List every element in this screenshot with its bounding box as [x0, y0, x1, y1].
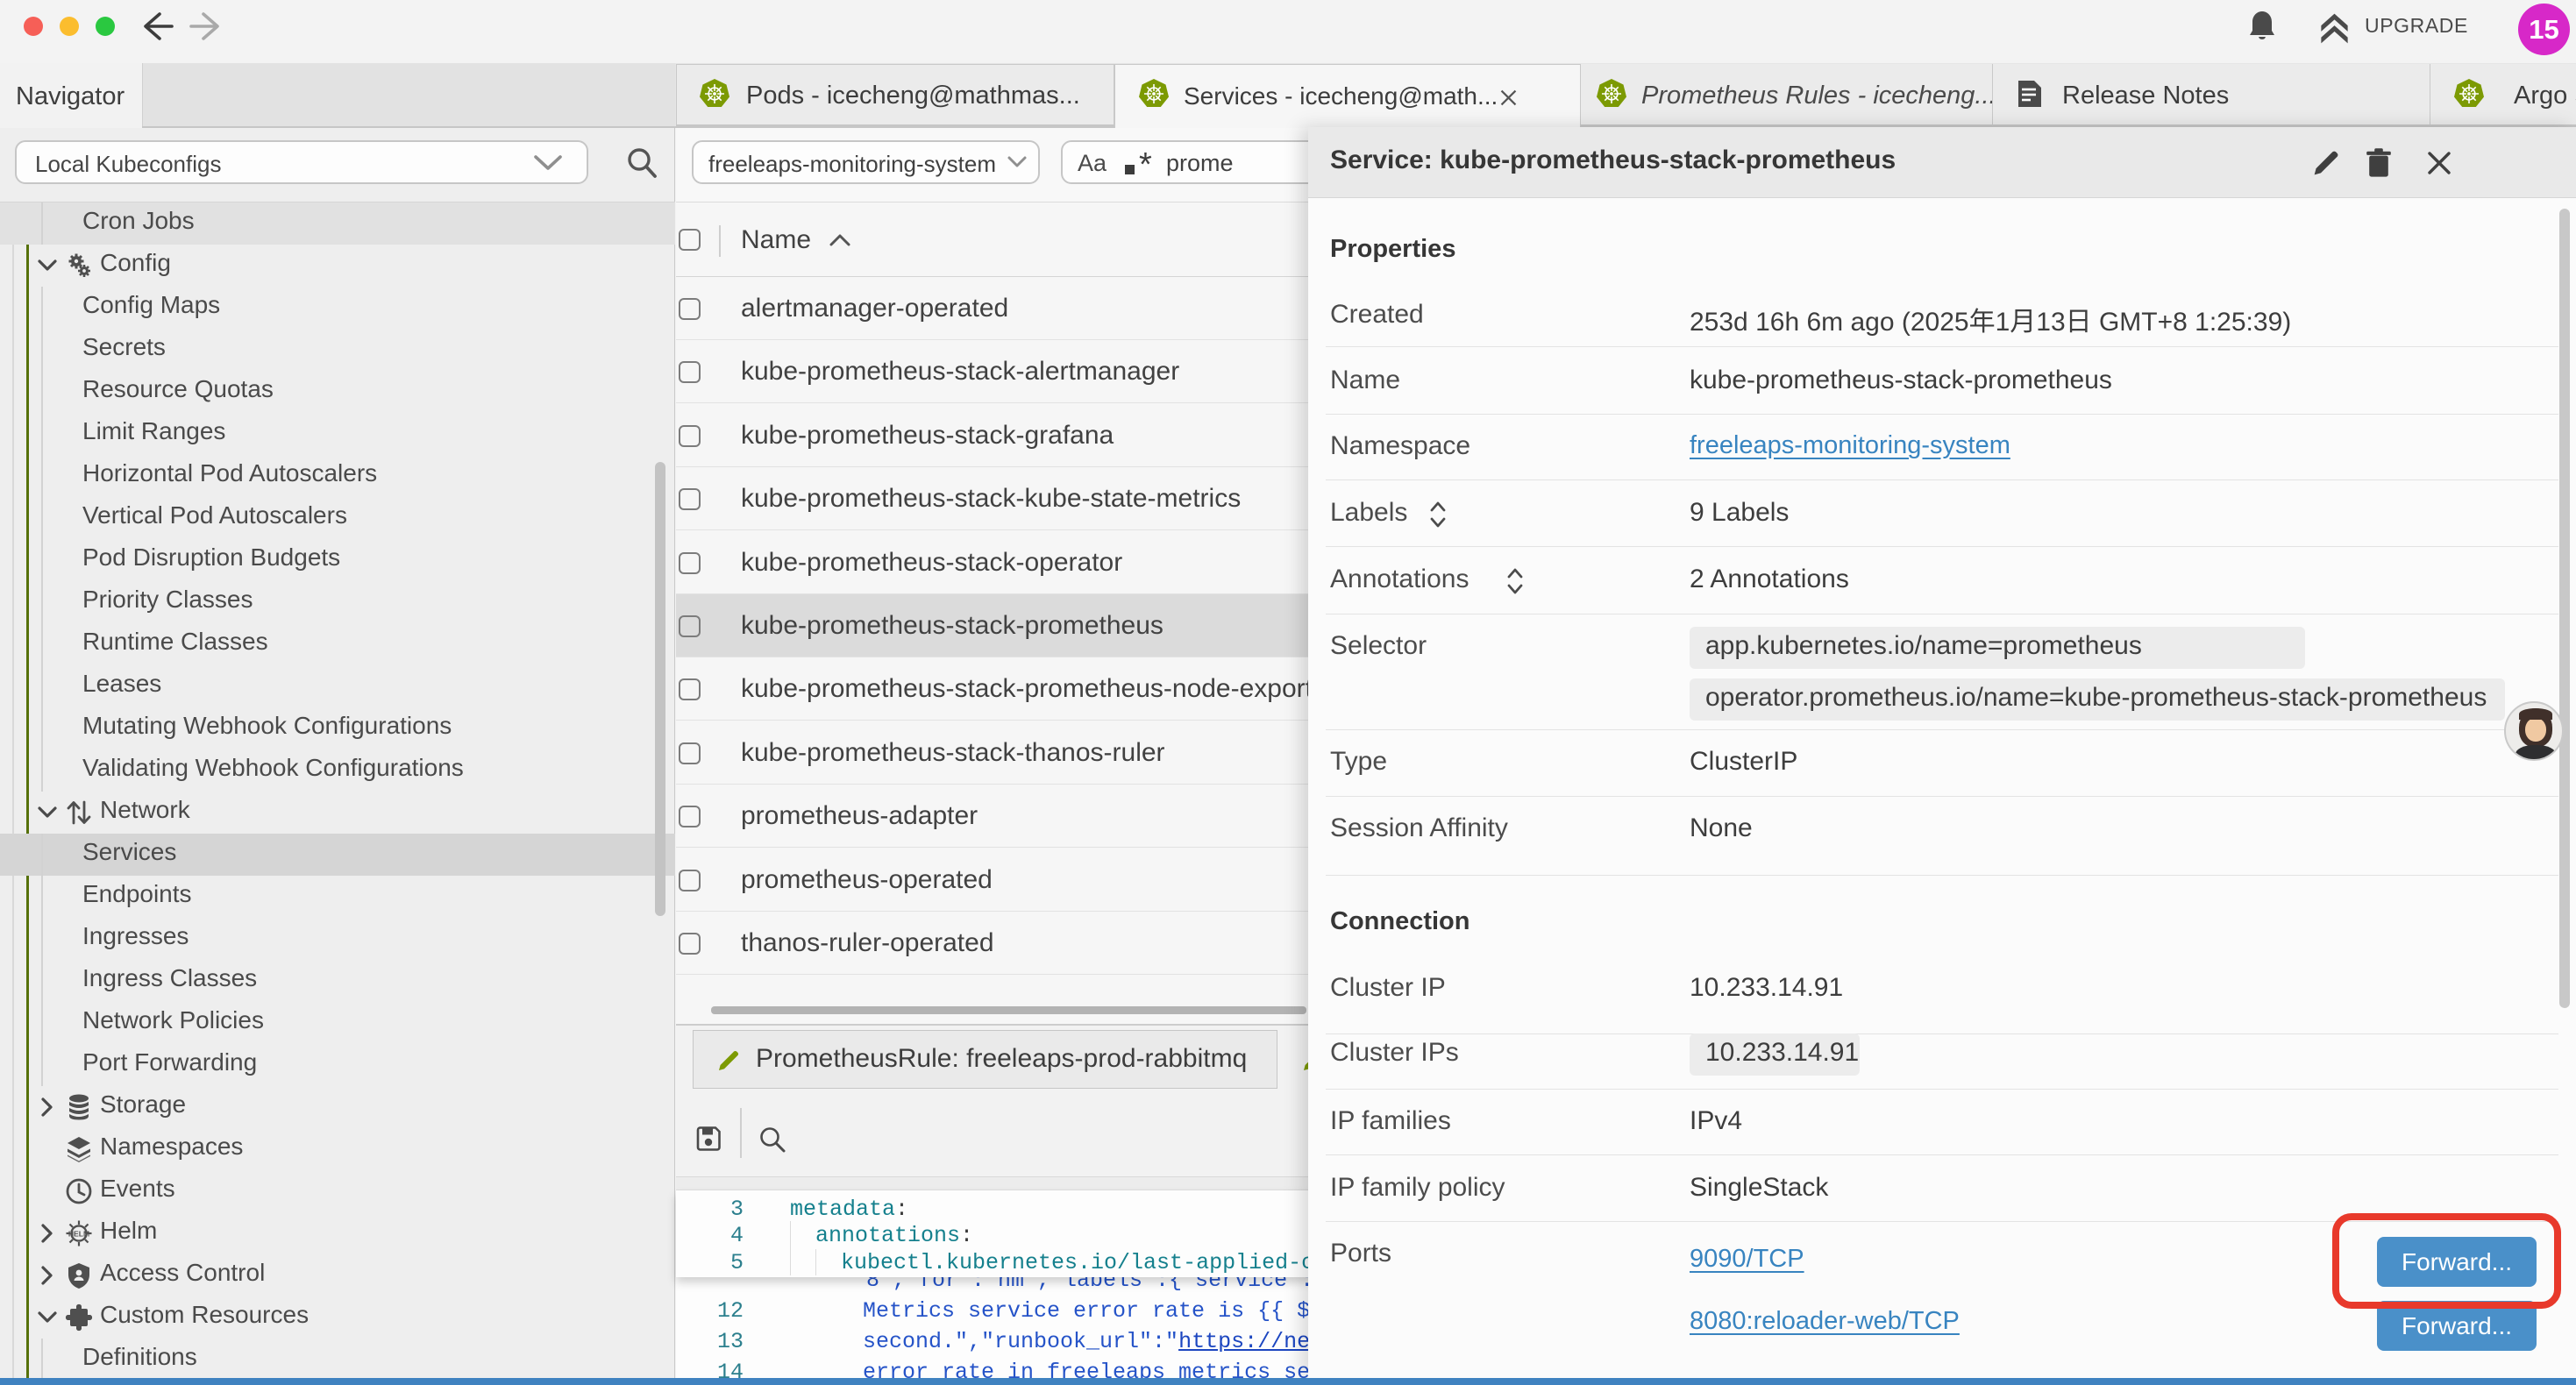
- svg-text:HELM: HELM: [68, 1230, 89, 1239]
- svg-text:*: *: [1139, 147, 1152, 179]
